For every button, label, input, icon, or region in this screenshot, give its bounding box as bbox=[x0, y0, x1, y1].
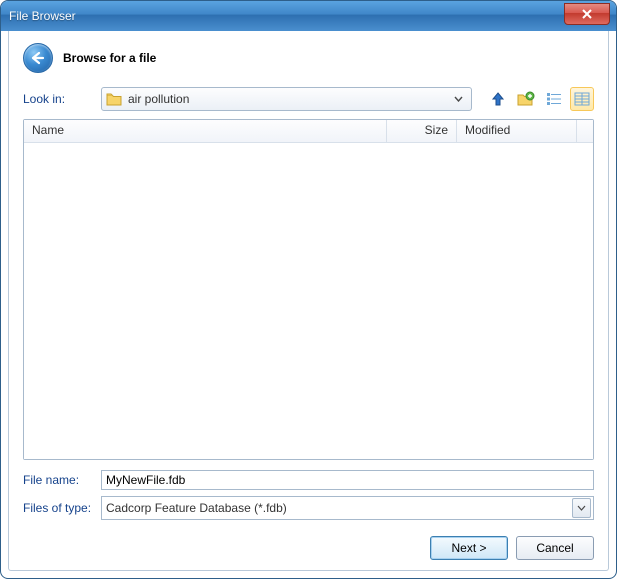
close-icon bbox=[581, 9, 593, 19]
filetype-row: Files of type: Cadcorp Feature Database … bbox=[23, 496, 594, 520]
filetype-combo[interactable]: Cadcorp Feature Database (*.fdb) bbox=[101, 496, 594, 520]
column-name[interactable]: Name bbox=[24, 120, 387, 142]
window-title: File Browser bbox=[9, 9, 76, 23]
close-button[interactable] bbox=[564, 3, 610, 25]
lookin-value: air pollution bbox=[128, 92, 449, 106]
file-browser-window: File Browser Browse for a file Look in: bbox=[0, 0, 617, 579]
folder-icon bbox=[106, 92, 122, 106]
details-view-icon bbox=[546, 92, 562, 106]
back-arrow-icon bbox=[30, 51, 45, 65]
header: Browse for a file bbox=[23, 43, 594, 73]
file-list-body[interactable] bbox=[24, 143, 593, 459]
client-area: Browse for a file Look in: air pollution bbox=[8, 31, 609, 571]
column-size[interactable]: Size bbox=[387, 120, 457, 142]
filetype-value: Cadcorp Feature Database (*.fdb) bbox=[106, 501, 572, 515]
filetype-label: Files of type: bbox=[23, 501, 93, 515]
new-folder-icon bbox=[517, 91, 535, 107]
back-button[interactable] bbox=[23, 43, 53, 73]
column-spacer bbox=[577, 120, 593, 142]
lookin-combo[interactable]: air pollution bbox=[101, 87, 472, 111]
details-view-button[interactable] bbox=[542, 87, 566, 111]
new-folder-button[interactable] bbox=[514, 87, 538, 111]
filename-label: File name: bbox=[23, 473, 93, 487]
titlebar[interactable]: File Browser bbox=[1, 1, 616, 31]
toolbar bbox=[486, 87, 594, 111]
lookin-row: Look in: air pollution bbox=[23, 87, 594, 111]
header-subtitle: Browse for a file bbox=[63, 51, 156, 65]
column-headers: Name Size Modified bbox=[24, 120, 593, 143]
lookin-label: Look in: bbox=[23, 92, 93, 106]
file-list[interactable]: Name Size Modified bbox=[23, 119, 594, 460]
button-row: Next > Cancel bbox=[23, 536, 594, 560]
next-button[interactable]: Next > bbox=[430, 536, 508, 560]
chevron-down-icon bbox=[572, 498, 591, 518]
list-view-button[interactable] bbox=[570, 87, 594, 111]
up-arrow-icon bbox=[491, 91, 505, 107]
filename-input[interactable] bbox=[101, 470, 594, 490]
column-modified[interactable]: Modified bbox=[457, 120, 577, 142]
chevron-down-icon bbox=[449, 96, 467, 102]
filename-row: File name: bbox=[23, 470, 594, 490]
cancel-button[interactable]: Cancel bbox=[516, 536, 594, 560]
list-view-icon bbox=[574, 92, 590, 106]
up-button[interactable] bbox=[486, 87, 510, 111]
